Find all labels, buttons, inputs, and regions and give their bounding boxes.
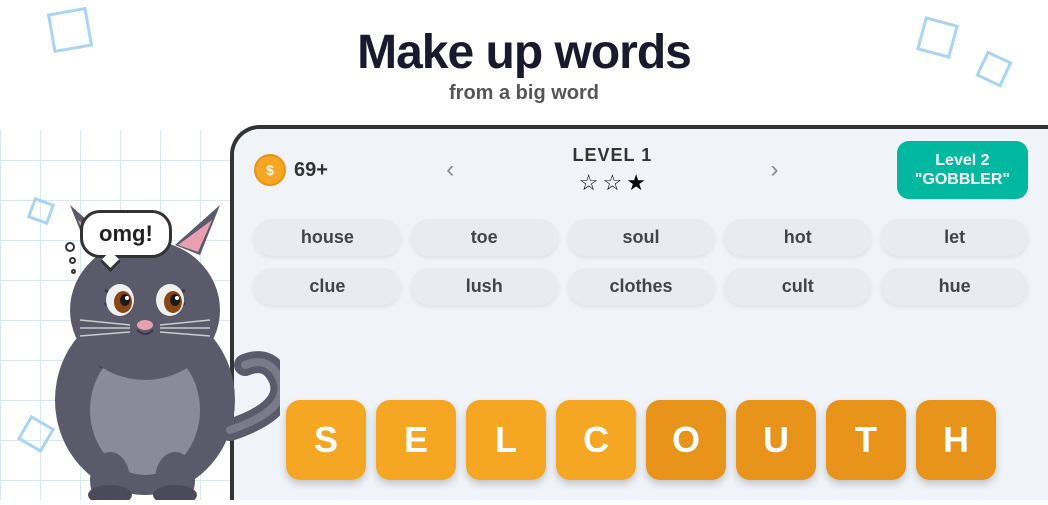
deco-square-3	[47, 7, 93, 53]
game-panel: $ 69+ ‹ LEVEL 1 ☆ ☆ ★ › Level 2 "GOBBLER…	[230, 125, 1048, 500]
speech-text: omg!	[99, 221, 153, 246]
nav-right-arrow[interactable]: ›	[766, 151, 784, 189]
words-grid: house toe soul hot let clue lush clothes…	[234, 209, 1048, 320]
main-title: Make up words	[357, 25, 691, 80]
bubble-dots	[65, 242, 76, 274]
next-level-line2: "GOBBLER"	[915, 170, 1010, 189]
letter-tiles-row: S E L C O U T H	[254, 400, 1028, 480]
word-clothes[interactable]: clothes	[568, 268, 715, 305]
next-level-button[interactable]: Level 2 "GOBBLER"	[897, 141, 1028, 199]
word-cult[interactable]: cult	[724, 268, 871, 305]
tile-H[interactable]: H	[916, 400, 996, 480]
speech-bubble: omg!	[80, 210, 172, 258]
word-toe[interactable]: toe	[411, 219, 558, 256]
tile-O[interactable]: O	[646, 400, 726, 480]
tile-U[interactable]: U	[736, 400, 816, 480]
nav-left-arrow[interactable]: ‹	[441, 151, 459, 189]
bubble-dot-1	[65, 242, 75, 252]
bubble-dot-3	[71, 269, 76, 274]
word-lush[interactable]: lush	[411, 268, 558, 305]
tile-L[interactable]: L	[466, 400, 546, 480]
panel-top-bar: $ 69+ ‹ LEVEL 1 ☆ ☆ ★ › Level 2 "GOBBLER…	[234, 129, 1048, 209]
tile-E[interactable]: E	[376, 400, 456, 480]
level-center: LEVEL 1 ☆ ☆ ★	[573, 145, 653, 196]
star-3: ★	[626, 170, 646, 196]
word-soul[interactable]: soul	[568, 219, 715, 256]
stars-row: ☆ ☆ ★	[579, 170, 646, 196]
cat-container: omg!	[0, 130, 300, 500]
top-area: Make up words from a big word	[0, 0, 1048, 130]
tile-T[interactable]: T	[826, 400, 906, 480]
word-let[interactable]: let	[881, 219, 1028, 256]
star-2: ☆	[603, 170, 623, 196]
star-1: ☆	[579, 170, 599, 196]
sub-title: from a big word	[449, 82, 599, 105]
word-hot[interactable]: hot	[724, 219, 871, 256]
level-label: LEVEL 1	[573, 145, 653, 166]
bubble-dot-2	[69, 257, 76, 264]
word-hue[interactable]: hue	[881, 268, 1028, 305]
next-level-line1: Level 2	[915, 151, 1010, 170]
tile-C[interactable]: C	[556, 400, 636, 480]
